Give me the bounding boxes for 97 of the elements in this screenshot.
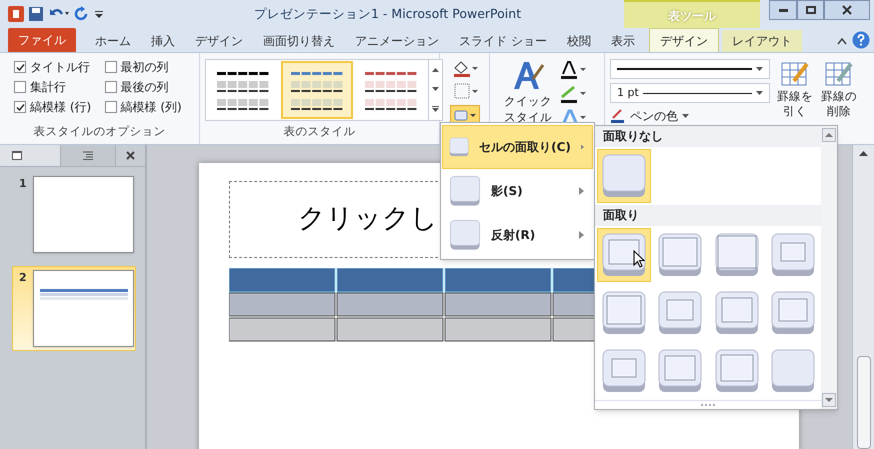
dropdown-arrow-icon (756, 67, 763, 71)
bevel-icon (657, 290, 704, 336)
bevel-icon (601, 290, 647, 336)
scroll-up-icon[interactable] (859, 151, 868, 156)
redo-icon[interactable] (74, 6, 90, 22)
close-button[interactable] (824, 0, 870, 20)
save-icon[interactable] (28, 6, 44, 22)
bevel-icon (657, 348, 704, 394)
slide-number: 2 (19, 270, 28, 286)
submenu-arrow-icon (580, 143, 584, 151)
checkbox-label: 縞模様 (行) (30, 99, 92, 116)
ribbon-tab[interactable]: ホーム (86, 30, 140, 52)
checkbox-label: 最後の列 (120, 79, 168, 96)
ribbon-tab[interactable]: アニメーション (346, 30, 448, 52)
bevel-icon (770, 290, 816, 336)
scroll-down-icon[interactable] (822, 393, 836, 407)
eraser-button[interactable]: 罫線の 削除 (819, 59, 859, 119)
checkbox[interactable] (14, 81, 26, 93)
ribbon-tab[interactable]: レイアウト (722, 30, 802, 52)
ribbon-tab[interactable]: 画面切り替え (254, 30, 344, 52)
close-icon (126, 151, 135, 160)
ribbon-tab[interactable]: デザイン (186, 30, 252, 52)
checkbox[interactable] (14, 101, 26, 113)
ribbon-tab[interactable]: 挿入 (142, 30, 184, 52)
borders-icon[interactable] (452, 82, 478, 100)
ribbon-tab[interactable]: デザイン (648, 28, 719, 52)
bevel-option[interactable] (597, 228, 651, 282)
table-thumbnail-icon (40, 289, 128, 301)
checkbox-label: 集計行 (30, 79, 66, 96)
bevel-icon (449, 219, 481, 251)
minimize-button[interactable] (769, 0, 797, 20)
pen-icon (610, 109, 626, 123)
ribbon-tab[interactable]: 校閲 (558, 30, 600, 52)
slide-thumbnail-item[interactable]: 1 (12, 172, 136, 257)
submenu-arrow-icon (579, 231, 584, 239)
context-tab-header: 表ツール (624, 0, 760, 30)
scroll-down-icon (432, 86, 439, 91)
slides-tab[interactable] (0, 145, 60, 166)
gallery-section-header: 面取り (595, 205, 821, 226)
gallery-section-header: 面取りなし (595, 126, 821, 147)
bevel-icon (770, 232, 816, 278)
check-icon (16, 102, 24, 112)
mouse-pointer-icon (633, 250, 645, 268)
bevel-icon (449, 175, 481, 207)
checkbox-label: タイトル行 (30, 59, 90, 76)
menu-item[interactable]: 反射(R) (442, 213, 593, 257)
slide-number: 1 (19, 176, 28, 192)
outline-icon (83, 151, 93, 160)
text-fill-icon[interactable] (560, 61, 586, 79)
scroll-up-icon[interactable] (822, 128, 836, 142)
bevel-icon (714, 348, 760, 394)
bevel-icon (714, 232, 760, 278)
slide-title: クリックし (298, 202, 438, 236)
menu-item[interactable]: セルの面取り(C) (442, 125, 593, 169)
checkbox[interactable] (104, 61, 116, 73)
app-icon[interactable] (8, 6, 24, 22)
scrollbar-thumb[interactable] (856, 356, 870, 449)
checkbox[interactable] (104, 101, 116, 113)
outline-tab[interactable] (60, 145, 116, 166)
more-icon (432, 106, 439, 112)
checkbox[interactable] (14, 61, 26, 73)
text-outline-icon[interactable] (560, 85, 586, 103)
dropdown-arrow-icon (756, 91, 763, 95)
submenu-arrow-icon (579, 187, 584, 195)
scroll-up-icon (432, 68, 439, 72)
window-title: プレゼンテーション1 - Microsoft PowerPoint (254, 4, 522, 23)
draw-table-button[interactable]: 罫線を 引く (775, 59, 815, 119)
bevel-icon (601, 348, 647, 394)
slides-view-icon (12, 151, 22, 160)
shading-icon[interactable] (452, 59, 478, 77)
ribbon-tab[interactable]: 表示 (602, 30, 644, 52)
bevel-icon (770, 348, 816, 394)
dropdown-arrow-icon (682, 114, 689, 118)
bevel-icon (714, 290, 760, 336)
group-label: 表のスタイル (282, 122, 356, 140)
slide-thumbnail-item[interactable]: 2 (12, 266, 136, 351)
pen-color-button[interactable]: ペンの色 (610, 107, 689, 125)
table-style-option[interactable] (281, 61, 353, 119)
bevel-icon (601, 153, 647, 199)
collapse-ribbon-icon[interactable] (836, 36, 848, 46)
quick-styles-button[interactable]: クイック スタイル (502, 59, 554, 125)
ribbon-tab[interactable]: ファイル (8, 28, 76, 52)
pen-style-dropdown[interactable] (610, 59, 770, 79)
checkbox[interactable] (104, 81, 116, 93)
check-icon (16, 62, 24, 72)
close-icon (842, 5, 852, 15)
help-icon[interactable] (852, 31, 870, 49)
bevel-icon (601, 232, 647, 278)
gallery-scroll[interactable] (428, 60, 442, 120)
bevel-small-icon (452, 108, 476, 122)
ribbon-tab[interactable]: スライド ショー (450, 30, 556, 52)
checkbox-label: 最初の列 (120, 59, 168, 76)
pen-weight-dropdown[interactable]: 1 pt (610, 83, 770, 103)
maximize-button[interactable] (797, 0, 824, 20)
checkbox-label: 縞模様 (列) (120, 99, 182, 116)
group-label: 表スタイルのオプション (32, 122, 166, 140)
bevel-icon (657, 232, 704, 278)
